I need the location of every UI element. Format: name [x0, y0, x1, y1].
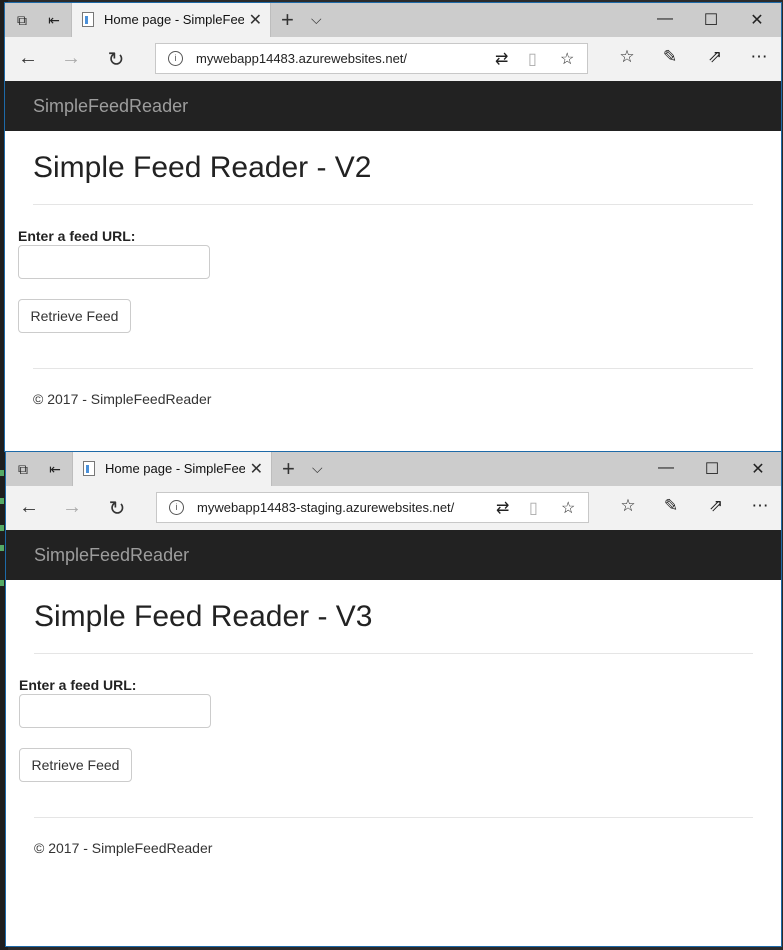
close-tab-icon[interactable]: ✕ — [250, 459, 263, 479]
more-icon[interactable]: ⋯ — [749, 496, 771, 516]
site-navbar: SimpleFeedReader — [6, 530, 781, 580]
chevron-down-icon[interactable]: ⌵ — [312, 460, 323, 477]
forward-arrow-icon[interactable]: → — [60, 496, 84, 519]
new-tab-icon[interactable]: + — [281, 7, 294, 33]
page-title: Simple Feed Reader - V3 — [34, 600, 373, 633]
feed-url-input[interactable] — [18, 245, 210, 279]
brand-link[interactable]: SimpleFeedReader — [33, 96, 188, 117]
browser-toolbar: ← → ↻ i mywebapp14483.azurewebsites.net/… — [5, 37, 781, 81]
info-icon[interactable]: i — [168, 51, 183, 66]
minimize-icon[interactable]: — — [655, 10, 675, 28]
translate-icon[interactable]: ⇄ — [495, 49, 508, 69]
tab-title: Home page - SimpleFeedReader — [104, 12, 244, 27]
page-title: Simple Feed Reader - V2 — [33, 151, 372, 184]
browser-toolbar: ← → ↻ i mywebapp14483-staging.azurewebsi… — [6, 486, 781, 530]
title-bar: ⧉ ⇤ Home page - SimpleFeedReader ✕ + ⌵ —… — [5, 3, 781, 37]
refresh-icon[interactable]: ↻ — [104, 47, 128, 72]
tabs-aside-icon[interactable]: ⧉ — [14, 460, 32, 478]
tab-title: Home page - SimpleFeedReader — [105, 461, 245, 476]
maximize-icon[interactable]: ☐ — [702, 459, 722, 479]
pen-icon[interactable]: ✎ — [659, 47, 681, 67]
retrieve-feed-button[interactable]: Retrieve Feed — [18, 299, 131, 333]
browser-window-production: ⧉ ⇤ Home page - SimpleFeedReader ✕ + ⌵ —… — [4, 2, 782, 452]
set-tabs-aside-icon[interactable]: ⇤ — [46, 460, 64, 478]
feed-url-label: Enter a feed URL: — [19, 677, 137, 693]
divider — [34, 817, 753, 818]
brand-link[interactable]: SimpleFeedReader — [34, 545, 189, 566]
back-arrow-icon[interactable]: ← — [16, 47, 40, 70]
feed-url-label: Enter a feed URL: — [18, 228, 136, 244]
reading-view-icon[interactable]: ▯ — [529, 498, 538, 518]
star-icon[interactable]: ☆ — [561, 498, 575, 518]
new-tab-icon[interactable]: + — [282, 456, 295, 482]
retrieve-feed-button[interactable]: Retrieve Feed — [19, 748, 132, 782]
browser-tab[interactable]: Home page - SimpleFeedReader ✕ — [72, 452, 272, 486]
refresh-icon[interactable]: ↻ — [105, 496, 129, 521]
footer-text: © 2017 - SimpleFeedReader — [33, 391, 212, 407]
title-bar: ⧉ ⇤ Home page - SimpleFeedReader ✕ + ⌵ —… — [6, 452, 781, 486]
favorites-hub-icon[interactable]: ☆ — [616, 47, 638, 67]
back-arrow-icon[interactable]: ← — [17, 496, 41, 519]
site-navbar: SimpleFeedReader — [5, 81, 781, 131]
divider — [34, 653, 753, 654]
address-bar[interactable]: i mywebapp14483-staging.azurewebsites.ne… — [156, 492, 589, 523]
pen-icon[interactable]: ✎ — [660, 496, 682, 516]
tabs-aside-icon[interactable]: ⧉ — [13, 11, 31, 29]
more-icon[interactable]: ⋯ — [748, 47, 770, 67]
set-tabs-aside-icon[interactable]: ⇤ — [45, 11, 63, 29]
info-icon[interactable]: i — [169, 500, 184, 515]
close-window-icon[interactable]: ✕ — [748, 459, 768, 479]
star-icon[interactable]: ☆ — [560, 49, 574, 69]
favorites-hub-icon[interactable]: ☆ — [617, 496, 639, 516]
footer-text: © 2017 - SimpleFeedReader — [34, 840, 213, 856]
feed-url-input[interactable] — [19, 694, 211, 728]
url-text[interactable]: mywebapp14483-staging.azurewebsites.net/ — [197, 500, 454, 515]
reading-view-icon[interactable]: ▯ — [528, 49, 537, 69]
close-tab-icon[interactable]: ✕ — [249, 10, 262, 30]
page-content: Simple Feed Reader - V3 Enter a feed URL… — [6, 580, 781, 946]
forward-arrow-icon[interactable]: → — [59, 47, 83, 70]
page-content: Simple Feed Reader - V2 Enter a feed URL… — [5, 131, 781, 451]
share-icon[interactable]: ⇗ — [704, 47, 726, 67]
url-text[interactable]: mywebapp14483.azurewebsites.net/ — [196, 51, 407, 66]
minimize-icon[interactable]: — — [656, 459, 676, 477]
share-icon[interactable]: ⇗ — [705, 496, 727, 516]
divider — [33, 368, 753, 369]
address-bar[interactable]: i mywebapp14483.azurewebsites.net/ ⇄ ▯ ☆ — [155, 43, 588, 74]
page-favicon-icon — [82, 12, 94, 27]
maximize-icon[interactable]: ☐ — [701, 10, 721, 30]
browser-tab[interactable]: Home page - SimpleFeedReader ✕ — [71, 3, 271, 37]
close-window-icon[interactable]: ✕ — [747, 10, 767, 30]
translate-icon[interactable]: ⇄ — [496, 498, 509, 518]
browser-window-staging: ⧉ ⇤ Home page - SimpleFeedReader ✕ + ⌵ —… — [5, 451, 782, 947]
chevron-down-icon[interactable]: ⌵ — [311, 11, 322, 28]
divider — [33, 204, 753, 205]
page-favicon-icon — [83, 461, 95, 476]
